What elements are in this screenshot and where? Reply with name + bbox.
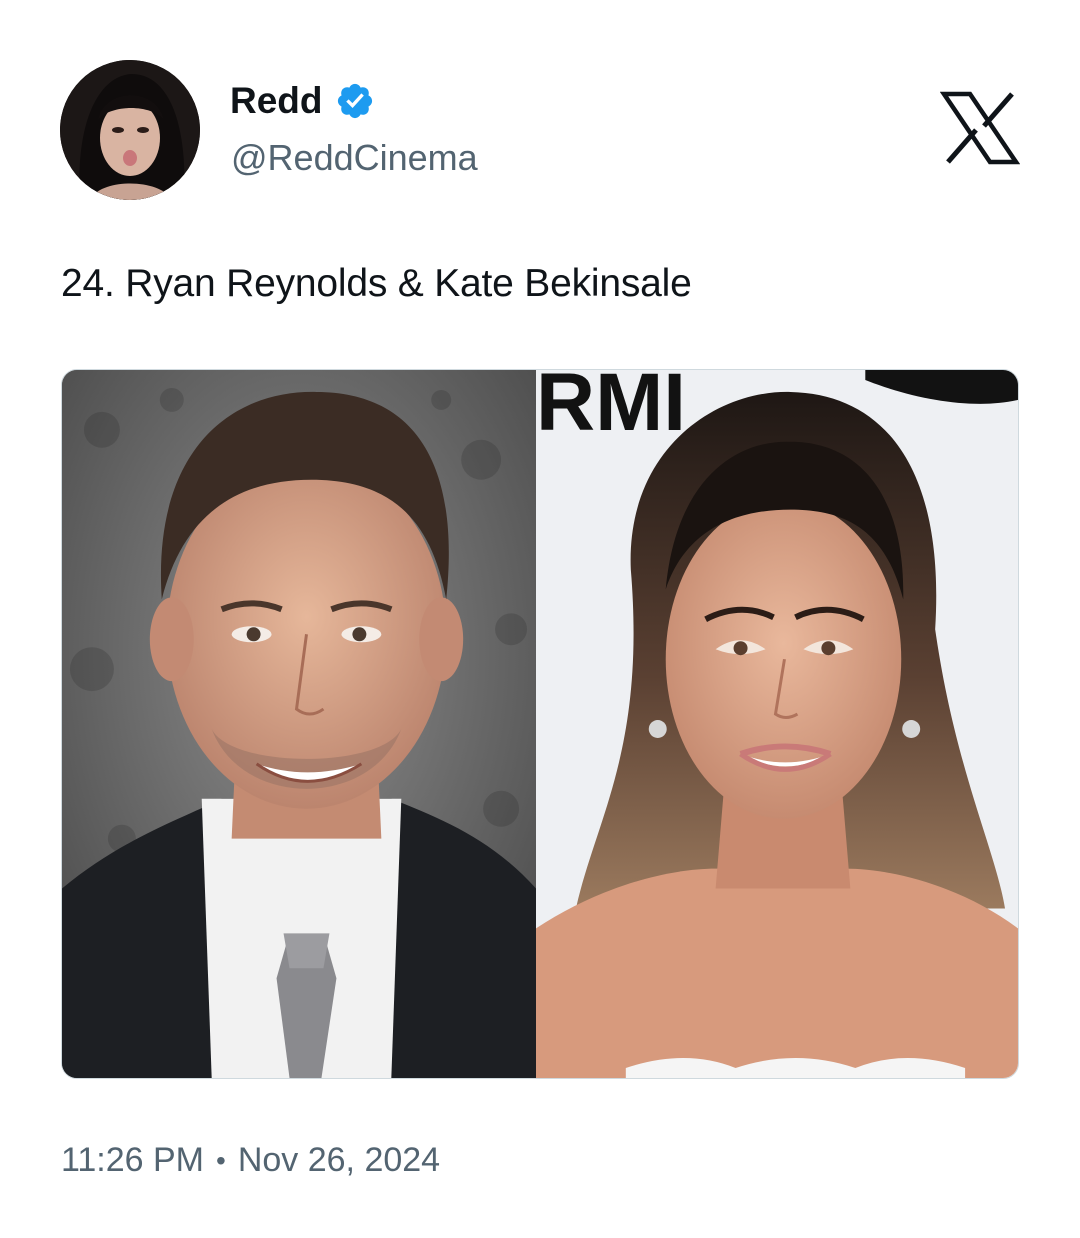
portrait-man-image [62, 370, 537, 1078]
tweet-media-grid: RMI [61, 369, 1019, 1079]
backdrop-text: RMI [536, 370, 686, 448]
verified-badge-icon [335, 81, 375, 121]
timestamp-time: 11:26 PM [61, 1141, 205, 1179]
tweet-card: Redd @ReddCinema 24. Ryan Reynolds & Kat… [0, 0, 1080, 1238]
timestamp-separator: • [216, 1144, 226, 1176]
portrait-woman-image: RMI [536, 370, 1018, 1078]
user-avatar[interactable] [60, 60, 200, 200]
media-photo-left[interactable] [62, 370, 537, 1078]
avatar-image [60, 60, 200, 200]
timestamp-date: Nov 26, 2024 [237, 1141, 441, 1179]
tweet-text: 24. Ryan Reynolds & Kate Bekinsale [61, 262, 692, 305]
tweet-timestamp[interactable]: 11:26 PM • Nov 26, 2024 [61, 1141, 440, 1180]
x-logo-icon[interactable] [940, 88, 1020, 168]
media-photo-right[interactable]: RMI [536, 370, 1018, 1078]
author-name-row: Redd [230, 80, 375, 122]
author-display-name[interactable]: Redd [230, 80, 323, 122]
author-handle[interactable]: @ReddCinema [231, 137, 478, 179]
